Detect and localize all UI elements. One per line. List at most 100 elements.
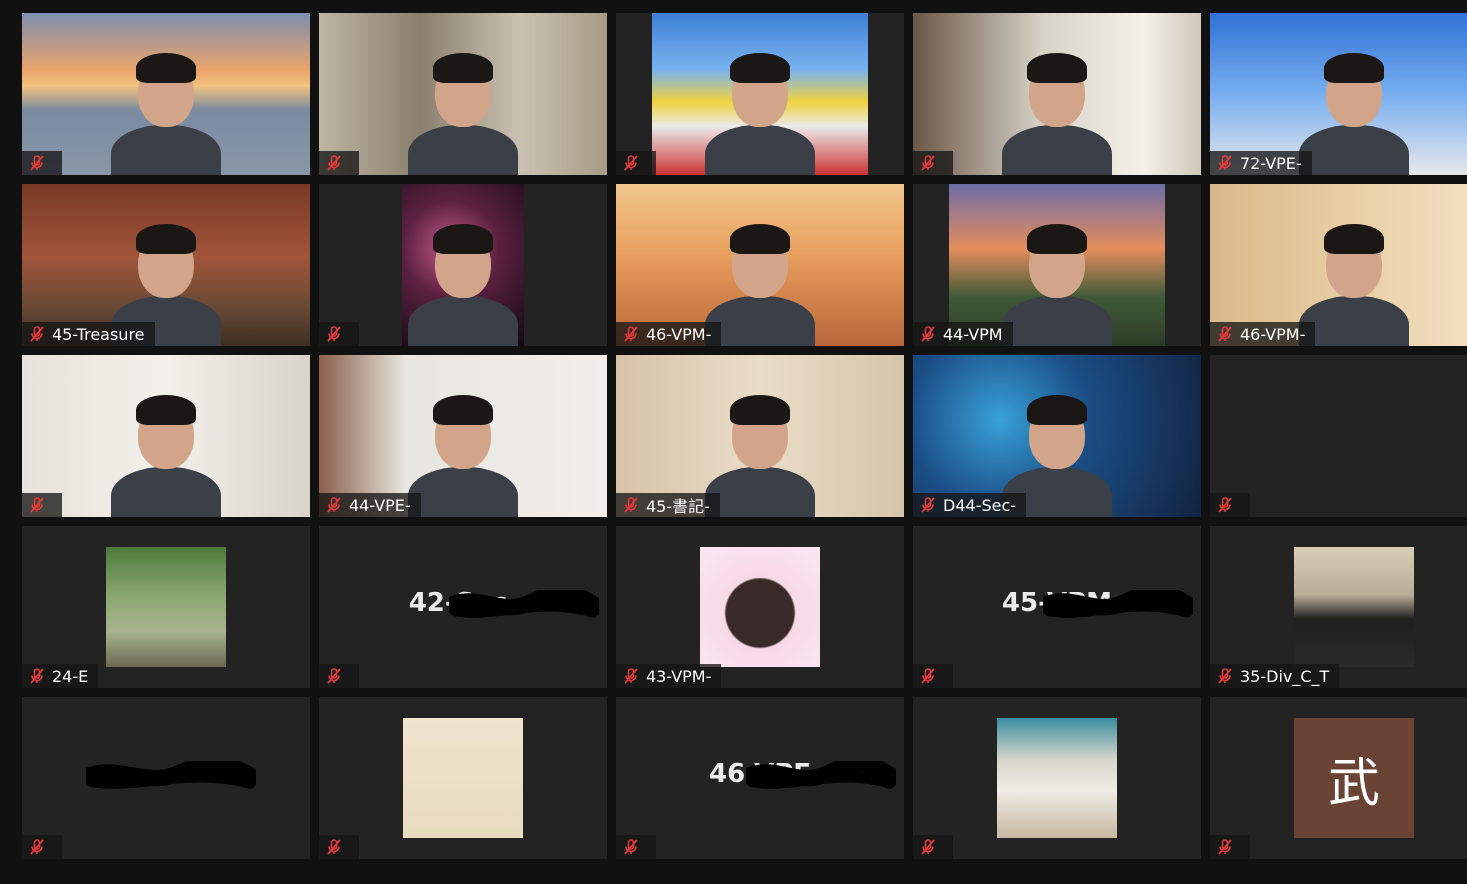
participant-tile[interactable] [616, 13, 904, 175]
participant-tile[interactable]: 24-E [22, 526, 310, 688]
participant-tile[interactable] [319, 184, 607, 346]
participant-name-tag [22, 835, 62, 859]
mic-muted-icon [327, 326, 341, 342]
mic-muted-icon [921, 497, 935, 513]
mic-muted-icon [1218, 668, 1232, 684]
mic-muted-icon [327, 839, 341, 855]
participant-name-tag [22, 151, 62, 175]
mic-muted-icon [1218, 326, 1232, 342]
participant-tile[interactable] [22, 355, 310, 517]
participant-name: 72-VPE- [1240, 153, 1302, 173]
participant-tile[interactable] [913, 697, 1201, 859]
initial-avatar: 武 [1294, 718, 1414, 838]
person-silhouette [111, 125, 221, 175]
participant-video [22, 355, 310, 517]
mic-muted-icon [1218, 497, 1232, 513]
person-silhouette [1299, 125, 1409, 175]
mic-muted-icon [624, 839, 638, 855]
participant-name-tag [22, 493, 62, 517]
participant-name-tag [616, 835, 656, 859]
mic-muted-icon [30, 668, 44, 684]
participant-tile[interactable]: 43-VPM- [616, 526, 904, 688]
person-silhouette [705, 296, 815, 346]
participant-tile[interactable] [319, 13, 607, 175]
participant-name-tag [913, 151, 953, 175]
person-silhouette [111, 467, 221, 517]
mic-muted-icon [30, 326, 44, 342]
participant-name-tag: D44-Sec- [913, 493, 1027, 517]
participant-tile[interactable] [319, 697, 607, 859]
redaction-scribble [86, 761, 256, 789]
participant-tile[interactable]: D44-Sec- [913, 355, 1201, 517]
mic-muted-icon [921, 155, 935, 171]
participant-name: 45-書記- [646, 497, 710, 516]
person-silhouette [408, 467, 518, 517]
participant-name-tag [319, 322, 359, 346]
participant-tile[interactable]: 35-Div_C_T [1210, 526, 1467, 688]
mic-muted-icon [327, 497, 341, 513]
participant-tile[interactable]: 44-VPE- [319, 355, 607, 517]
participant-name-tag [616, 151, 656, 175]
participant-name-tag: 72-VPE- [1210, 151, 1312, 175]
participant-video [319, 13, 607, 175]
profile-picture [1294, 547, 1414, 667]
participant-name-tag: 43-VPM- [616, 664, 722, 688]
participant-tile[interactable]: 46-VPE [616, 697, 904, 859]
participant-name-tag: 45-Treasure [22, 322, 155, 346]
participant-tile[interactable]: 46-VPM- [616, 184, 904, 346]
participant-tile[interactable]: 45-VPM [913, 526, 1201, 688]
participant-name-tag: 44-VPE- [319, 493, 421, 517]
mic-muted-icon [30, 155, 44, 171]
participant-name-tag: 46-VPM- [616, 322, 722, 346]
participant-name: 35-Div_C_T [1240, 666, 1330, 686]
participant-video [402, 184, 524, 346]
participant-tile[interactable]: 42-Sec. [319, 526, 607, 688]
participant-name-tag: 44-VPM [913, 322, 1013, 346]
mic-muted-icon [624, 155, 638, 171]
person-silhouette [408, 296, 518, 346]
mic-muted-icon [327, 155, 341, 171]
participant-tile[interactable]: 45-書記- [616, 355, 904, 517]
participant-name: 45-Treasure [52, 324, 145, 344]
participant-video [652, 13, 868, 175]
participant-tile[interactable]: 72-VPE- [1210, 13, 1467, 175]
mic-muted-icon [624, 326, 638, 342]
participant-name-tag [913, 664, 953, 688]
participant-name-tag [913, 835, 953, 859]
participant-video [913, 13, 1201, 175]
mic-muted-icon [921, 839, 935, 855]
participant-tile[interactable] [913, 13, 1201, 175]
participant-tile[interactable] [22, 13, 310, 175]
participant-name-tag [319, 151, 359, 175]
participant-tile[interactable]: 46-VPM- [1210, 184, 1467, 346]
profile-picture [997, 718, 1117, 838]
participant-tile[interactable]: 武 [1210, 697, 1467, 859]
participant-tile[interactable] [22, 697, 310, 859]
participant-name: 46-VPM- [646, 324, 712, 344]
participant-display-name: 42-Sec. [408, 588, 518, 618]
mic-muted-icon [624, 497, 638, 513]
participant-name-tag: 46-VPM- [1210, 322, 1316, 346]
participant-name: D44-Sec- [943, 495, 1017, 515]
participant-name-tag [319, 664, 359, 688]
participant-tile[interactable]: 45-Treasure [22, 184, 310, 346]
mic-muted-icon [327, 668, 341, 684]
mic-muted-icon [624, 668, 638, 684]
profile-picture [106, 547, 226, 667]
participant-name-tag: 24-E [22, 664, 99, 688]
person-silhouette [705, 125, 815, 175]
participant-name: 46-VPM- [1240, 324, 1306, 344]
profile-picture [700, 547, 820, 667]
participant-name-tag: 35-Div_C_T [1210, 664, 1340, 688]
mic-muted-icon [1218, 839, 1232, 855]
mic-muted-icon [921, 668, 935, 684]
participant-name-tag: 45-書記- [616, 493, 720, 517]
participant-name-tag [319, 835, 359, 859]
mic-muted-icon [921, 326, 935, 342]
participant-tile[interactable] [1210, 355, 1467, 517]
participant-tile[interactable]: 44-VPM [913, 184, 1201, 346]
participant-display-name: 45-VPM [1001, 588, 1113, 618]
participant-display-name: 46-VPE [708, 759, 812, 789]
person-silhouette [408, 125, 518, 175]
profile-picture [403, 718, 523, 838]
